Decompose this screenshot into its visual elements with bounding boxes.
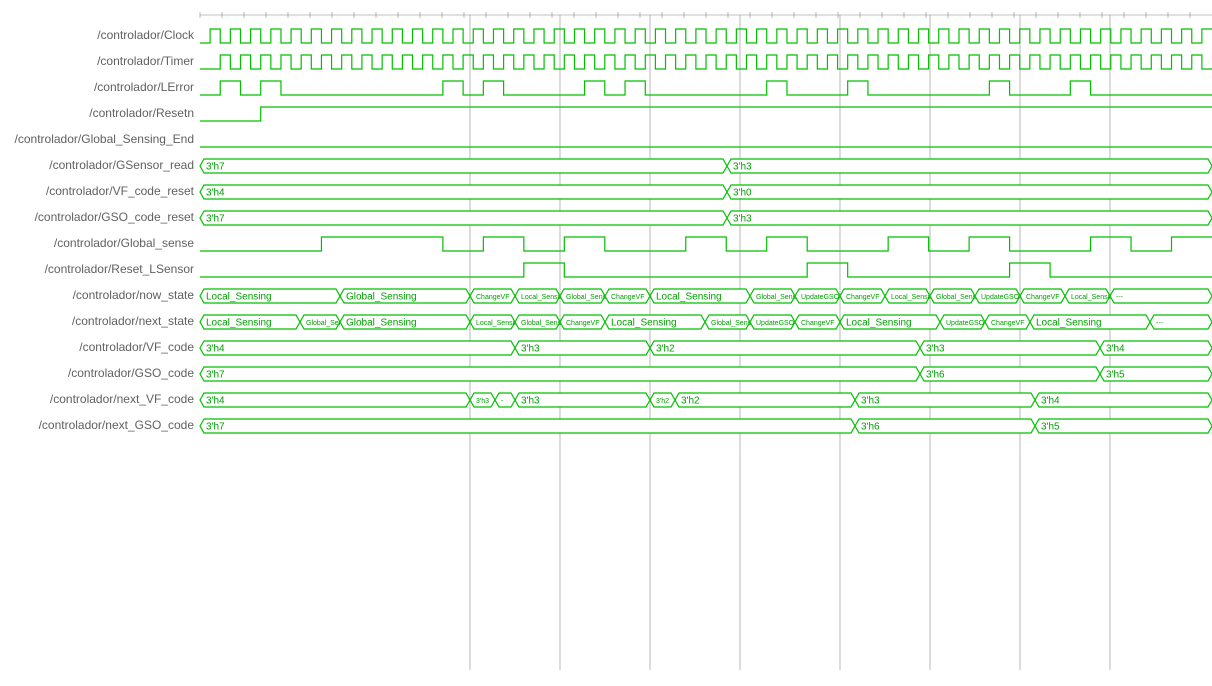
digital-wave[interactable] <box>200 29 1212 43</box>
bus-value: Local_Sensing <box>611 318 677 329</box>
bus-segment[interactable] <box>1110 289 1212 303</box>
signal-name[interactable]: /controlador/Clock <box>97 28 195 42</box>
bus-value: 3'h4 <box>206 188 225 199</box>
digital-wave[interactable] <box>200 263 1212 277</box>
bus-value: 3'h5 <box>1106 370 1125 381</box>
bus-value: --- <box>1156 320 1164 327</box>
bus-value: 3'h3 <box>733 214 752 225</box>
bus-segment[interactable] <box>855 393 1035 407</box>
bus-value: 3'h5 <box>1041 422 1060 433</box>
signal-name[interactable]: /controlador/GSO_code <box>68 366 194 380</box>
signal-name[interactable]: /controlador/Global_sense <box>54 236 194 250</box>
bus-value: 3'h3 <box>926 344 945 355</box>
bus-segment[interactable] <box>200 341 515 355</box>
bus-segment[interactable] <box>495 393 515 407</box>
bus-value: 3'h3 <box>521 344 540 355</box>
bus-segment[interactable] <box>200 367 920 381</box>
bus-value: 3'h3 <box>733 162 752 173</box>
bus-value: Global_Sensing <box>346 318 417 329</box>
waveform-canvas[interactable]: /controlador/Clock/controlador/Timer/con… <box>0 0 1212 686</box>
bus-value: ChangeVF <box>1026 294 1059 301</box>
bus-segment[interactable] <box>650 341 920 355</box>
bus-value: 3'h2 <box>681 396 700 407</box>
bus-value: ChangeVF <box>476 294 509 301</box>
waveform-viewer: /controlador/Clock/controlador/Timer/con… <box>0 0 1212 686</box>
bus-value: 3'h6 <box>861 422 880 433</box>
bus-value: Local_Sensing <box>656 292 722 303</box>
bus-value: 3'h3 <box>476 398 489 405</box>
signal-name[interactable]: /controlador/Timer <box>97 54 194 68</box>
signal-name[interactable]: /controlador/GSensor_read <box>49 158 194 172</box>
signal-name[interactable]: /controlador/VF_code <box>79 340 194 354</box>
bus-value: 3'h7 <box>206 162 225 173</box>
signal-name[interactable]: /controlador/LError <box>94 80 194 94</box>
bus-value: ChangeVF <box>801 320 834 327</box>
bus-value: UpdateGSO <box>801 294 840 301</box>
digital-wave[interactable] <box>200 107 1212 121</box>
bus-value: ChangeVF <box>846 294 879 301</box>
bus-value: UpdateGSO <box>756 320 795 327</box>
bus-segment[interactable] <box>1035 393 1212 407</box>
digital-wave[interactable] <box>200 81 1212 95</box>
signal-name[interactable]: /controlador/next_state <box>72 314 194 328</box>
bus-segment[interactable] <box>200 393 470 407</box>
bus-value: UpdateGSO <box>981 294 1020 301</box>
bus-value: 3'h4 <box>1106 344 1125 355</box>
bus-value: 3'h6 <box>926 370 945 381</box>
bus-value: 3'h7 <box>206 214 225 225</box>
bus-segment[interactable] <box>855 419 1035 433</box>
digital-wave[interactable] <box>200 237 1212 251</box>
bus-segment[interactable] <box>920 367 1100 381</box>
bus-segment[interactable] <box>200 211 727 225</box>
digital-wave[interactable] <box>200 55 1212 69</box>
bus-segment[interactable] <box>1035 419 1212 433</box>
bus-value: ChangeVF <box>991 320 1024 327</box>
bus-value: Local_Sensing <box>206 318 272 329</box>
bus-value: 3'h3 <box>861 396 880 407</box>
bus-segment[interactable] <box>727 185 1212 199</box>
signal-name[interactable]: /controlador/now_state <box>73 288 195 302</box>
bus-segment[interactable] <box>200 159 727 173</box>
bus-value: 3'h3 <box>521 396 540 407</box>
bus-value: 3'h4 <box>1041 396 1060 407</box>
bus-segment[interactable] <box>675 393 855 407</box>
bus-value: 3'h0 <box>733 188 752 199</box>
bus-value: Global_Sensing <box>346 292 417 303</box>
bus-value: 3'h7 <box>206 422 225 433</box>
bus-value: 3'h4 <box>206 344 225 355</box>
bus-segment[interactable] <box>727 159 1212 173</box>
signal-name[interactable]: /controlador/Resetn <box>89 106 194 120</box>
bus-value: Local_Sensing <box>846 318 912 329</box>
bus-value: Local_Sensing <box>206 292 272 303</box>
bus-value: Local_Sensing <box>1036 318 1102 329</box>
bus-value: ChangeVF <box>566 320 599 327</box>
signal-name[interactable]: /controlador/GSO_code_reset <box>35 210 195 224</box>
bus-segment[interactable] <box>200 185 727 199</box>
bus-value: 3'h2 <box>656 398 669 405</box>
signal-name[interactable]: /controlador/Reset_LSensor <box>45 262 194 276</box>
bus-value: --- <box>1116 294 1124 301</box>
bus-segment[interactable] <box>920 341 1100 355</box>
bus-value: 3'h7 <box>206 370 225 381</box>
bus-segment[interactable] <box>727 211 1212 225</box>
bus-value: 3'h4 <box>206 396 225 407</box>
bus-value: ChangeVF <box>611 294 644 301</box>
signal-name[interactable]: /controlador/Global_Sensing_End <box>15 132 194 146</box>
bus-segment[interactable] <box>200 419 855 433</box>
signal-name[interactable]: /controlador/VF_code_reset <box>46 184 195 198</box>
bus-value: 3'h2 <box>656 344 675 355</box>
signal-name[interactable]: /controlador/next_GSO_code <box>39 418 195 432</box>
signal-name[interactable]: /controlador/next_VF_code <box>50 392 194 406</box>
bus-value: UpdateGSO <box>946 320 985 327</box>
